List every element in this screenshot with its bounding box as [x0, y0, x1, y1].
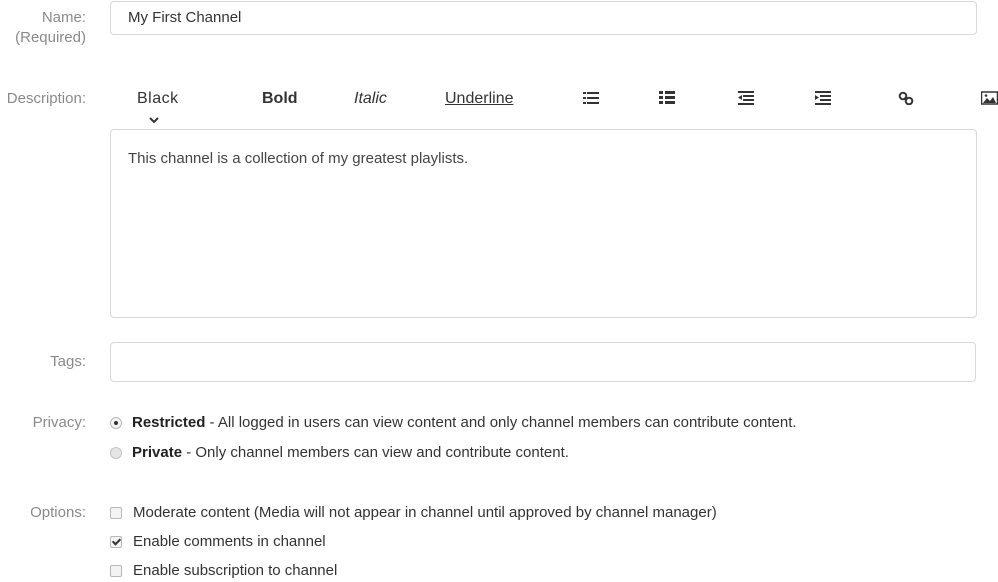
- ordered-list-icon[interactable]: [659, 91, 675, 105]
- name-label-text: Name:: [41, 9, 86, 26]
- private-title: Private: [132, 444, 183, 461]
- image-icon[interactable]: [981, 91, 998, 105]
- radio-private[interactable]: [110, 447, 122, 459]
- chevron-down-icon: [149, 109, 159, 131]
- name-required-note: (Required): [15, 29, 86, 46]
- unordered-list-icon[interactable]: [583, 91, 599, 105]
- enable-subscription-label: Enable subscription to channel: [133, 562, 338, 579]
- options-label: Options:: [30, 504, 86, 521]
- name-input[interactable]: My First Channel: [110, 1, 977, 35]
- checkbox-moderate-content[interactable]: [110, 507, 122, 519]
- outdent-icon[interactable]: [738, 91, 754, 105]
- name-label: Name: (Required): [0, 8, 86, 48]
- text-color-label: Black: [137, 90, 179, 107]
- privacy-option-private[interactable]: Private - Only channel members can view …: [110, 443, 569, 463]
- privacy-label: Privacy:: [32, 414, 86, 431]
- underline-button[interactable]: Underline: [445, 88, 513, 110]
- option-enable-subscription[interactable]: Enable subscription to channel: [110, 561, 337, 581]
- restricted-title: Restricted: [132, 414, 206, 431]
- bold-button[interactable]: Bold: [262, 88, 298, 110]
- option-moderate-content[interactable]: Moderate content (Media will not appear …: [110, 503, 717, 523]
- description-textarea[interactable]: This channel is a collection of my great…: [110, 129, 977, 318]
- option-enable-comments[interactable]: Enable comments in channel: [110, 532, 326, 552]
- checkbox-enable-comments[interactable]: [110, 536, 122, 548]
- enable-comments-label: Enable comments in channel: [133, 533, 326, 550]
- checkbox-enable-subscription[interactable]: [110, 565, 122, 577]
- tags-input[interactable]: [110, 342, 976, 382]
- tags-label: Tags:: [50, 353, 86, 370]
- link-icon[interactable]: [898, 91, 914, 105]
- restricted-description: - All logged in users can view content a…: [205, 414, 797, 431]
- radio-restricted[interactable]: [110, 417, 122, 429]
- privacy-option-restricted[interactable]: Restricted - All logged in users can vie…: [110, 413, 797, 433]
- text-color-dropdown[interactable]: Black: [137, 88, 179, 132]
- moderate-content-label: Moderate content (Media will not appear …: [133, 504, 717, 521]
- italic-button[interactable]: Italic: [354, 88, 387, 110]
- indent-icon[interactable]: [815, 91, 831, 105]
- description-label: Description:: [6, 90, 86, 107]
- private-description: - Only channel members can view and cont…: [182, 444, 569, 461]
